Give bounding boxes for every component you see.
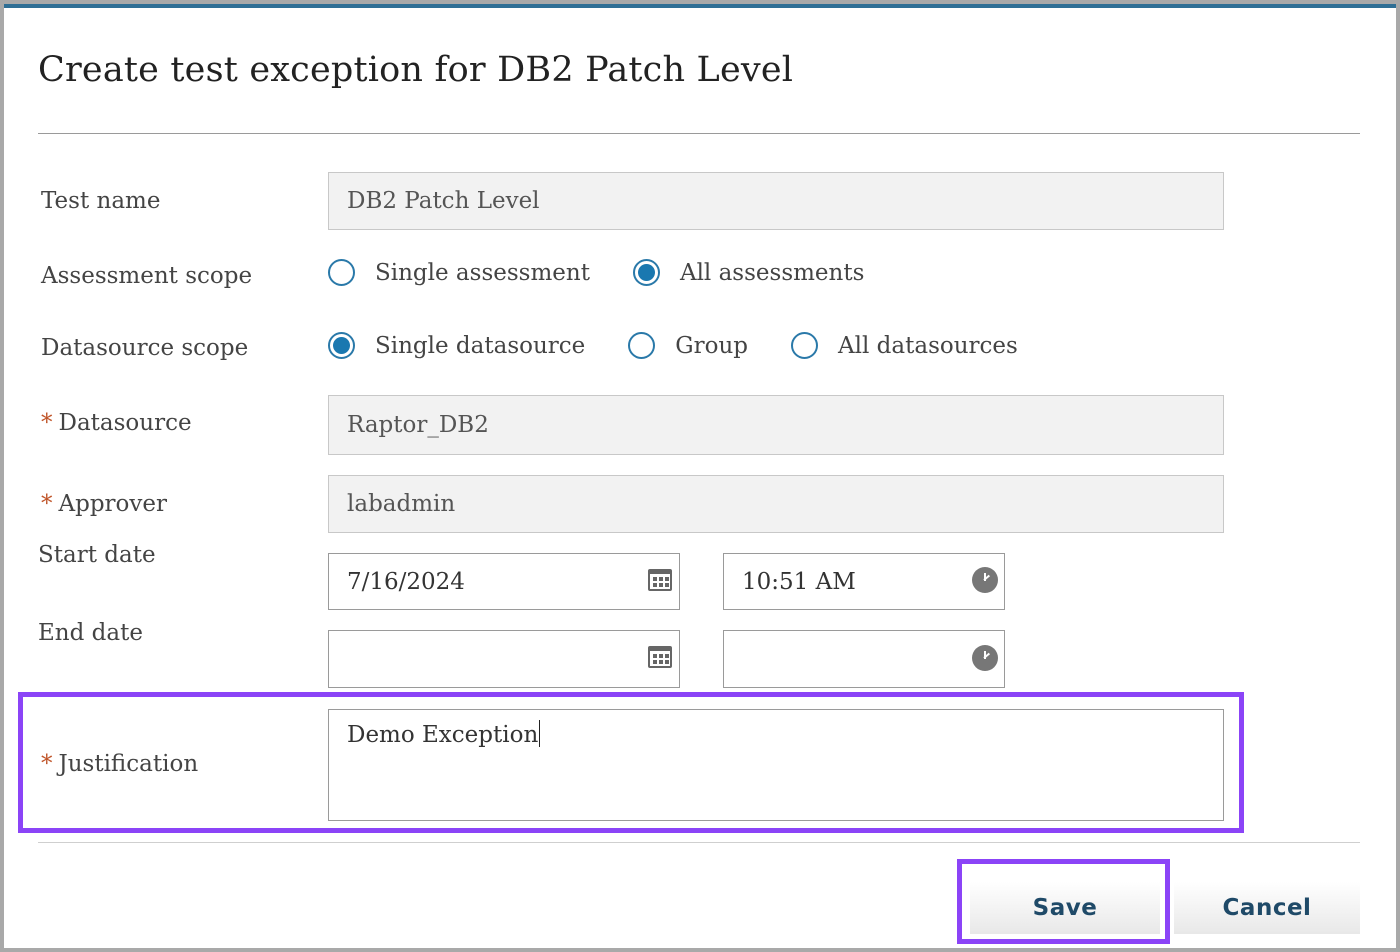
radio-single-assessment-circle[interactable] xyxy=(328,259,355,286)
test-name-label: Test name xyxy=(41,188,161,214)
footer-divider xyxy=(38,842,1360,843)
end-date-label: End date xyxy=(38,620,143,646)
calendar-icon[interactable] xyxy=(648,569,672,591)
end-time-input[interactable] xyxy=(723,630,1005,688)
create-test-exception-dialog: Create test exception for DB2 Patch Leve… xyxy=(4,4,1396,948)
start-time-value: 10:51 AM xyxy=(742,568,856,595)
assessment-scope-label: Assessment scope xyxy=(41,263,253,289)
radio-single-datasource-circle[interactable] xyxy=(328,332,355,359)
radio-single-datasource[interactable]: Single datasource xyxy=(328,332,585,359)
approver-label-wrap: * Approver xyxy=(41,491,167,517)
cancel-button[interactable]: Cancel xyxy=(1174,882,1360,934)
radio-single-assessment-label: Single assessment xyxy=(375,259,590,286)
datasource-scope-label: Datasource scope xyxy=(41,335,249,361)
datasource-required-mark: * xyxy=(41,410,53,436)
start-time-input[interactable]: 10:51 AM xyxy=(723,553,1005,610)
radio-group[interactable]: Group xyxy=(628,332,748,359)
radio-all-assessments[interactable]: All assessments xyxy=(632,259,865,286)
approver-field[interactable]: labadmin xyxy=(328,475,1224,533)
radio-group-circle[interactable] xyxy=(628,332,656,359)
title-divider xyxy=(38,133,1360,134)
datasource-field[interactable]: Raptor_DB2 xyxy=(328,395,1224,455)
datasource-scope-radio-group: Single datasource Group All datasources xyxy=(328,332,1018,359)
assessment-scope-radio-group: Single assessment All assessments xyxy=(328,259,864,286)
start-date-label: Start date xyxy=(38,542,156,568)
clock-icon[interactable] xyxy=(972,567,998,593)
dialog-title: Create test exception for DB2 Patch Leve… xyxy=(38,50,794,90)
test-name-field: DB2 Patch Level xyxy=(328,172,1224,230)
approver-required-mark: * xyxy=(41,491,53,517)
datasource-label-wrap: * Datasource xyxy=(41,410,192,436)
radio-all-assessments-label: All assessments xyxy=(679,259,865,286)
clock-icon[interactable] xyxy=(972,645,998,671)
radio-all-datasources[interactable]: All datasources xyxy=(791,332,1018,359)
radio-all-datasources-circle[interactable] xyxy=(791,332,819,359)
end-date-input[interactable] xyxy=(328,630,680,688)
radio-single-datasource-label: Single datasource xyxy=(375,332,586,359)
start-date-input[interactable]: 7/16/2024 xyxy=(328,553,680,610)
save-button-highlight xyxy=(957,859,1170,944)
approver-label: Approver xyxy=(58,491,168,517)
radio-single-assessment[interactable]: Single assessment xyxy=(328,259,590,286)
radio-all-assessments-circle[interactable] xyxy=(632,259,660,286)
radio-all-datasources-label: All datasources xyxy=(838,332,1018,359)
calendar-icon[interactable] xyxy=(648,646,672,668)
datasource-label: Datasource xyxy=(58,410,192,436)
radio-group-label: Group xyxy=(675,332,749,359)
start-date-value: 7/16/2024 xyxy=(347,568,465,595)
justification-highlight xyxy=(18,692,1244,833)
